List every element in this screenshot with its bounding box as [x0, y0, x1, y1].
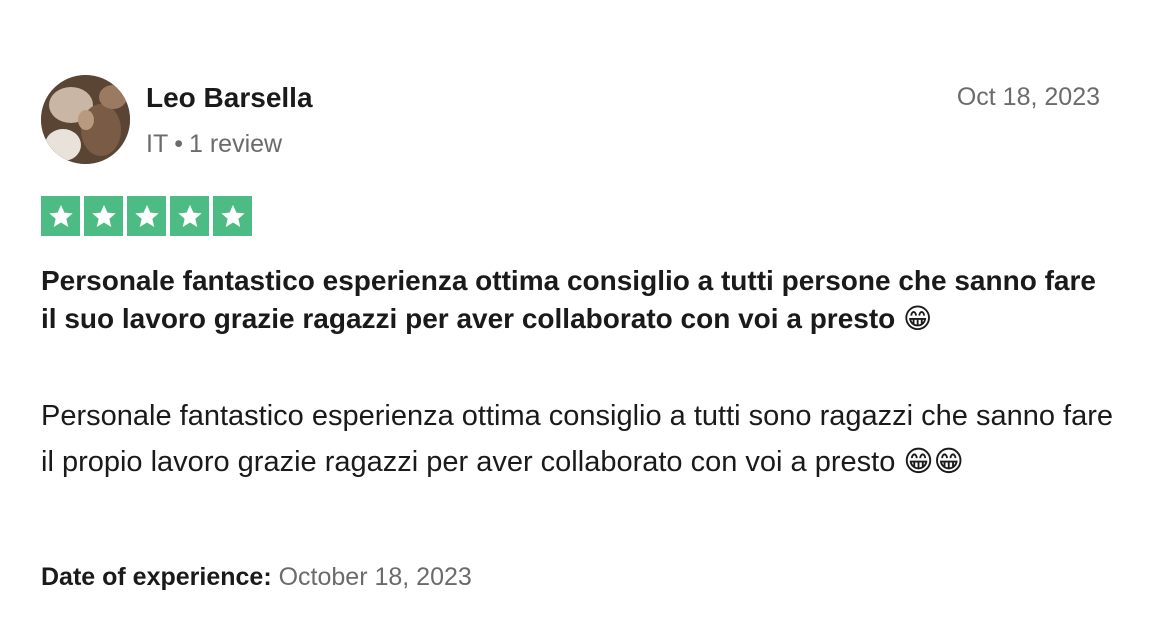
star-icon [127, 196, 166, 236]
experience-date: October 18, 2023 [278, 563, 472, 591]
star-icon [170, 196, 209, 236]
reviewer-review-count: 1 review [188, 130, 283, 158]
review-card: Leo Barsella IT • 1 review Oct 18, 2023 Pe… [0, 0, 1160, 620]
star-icon [213, 196, 252, 236]
avatar-photo [41, 75, 130, 164]
star-icon [84, 196, 123, 236]
reviewer-name[interactable]: Leo Barsella [146, 82, 313, 114]
experience-label: Date of experience: [41, 563, 272, 591]
reviewer-country: IT [146, 130, 169, 158]
review-title[interactable]: Personale fantastico esperienza ottima c… [41, 262, 1101, 338]
meta-separator: • [174, 130, 183, 158]
avatar[interactable] [41, 75, 130, 164]
star-rating [41, 196, 252, 236]
review-date: Oct 18, 2023 [956, 83, 1100, 111]
date-of-experience: Date of experience: October 18, 2023 [41, 562, 472, 592]
star-icon [41, 196, 80, 236]
review-body: Personale fantastico esperienza ottima c… [41, 400, 1114, 478]
reviewer-meta: IT • 1 review [146, 129, 282, 159]
